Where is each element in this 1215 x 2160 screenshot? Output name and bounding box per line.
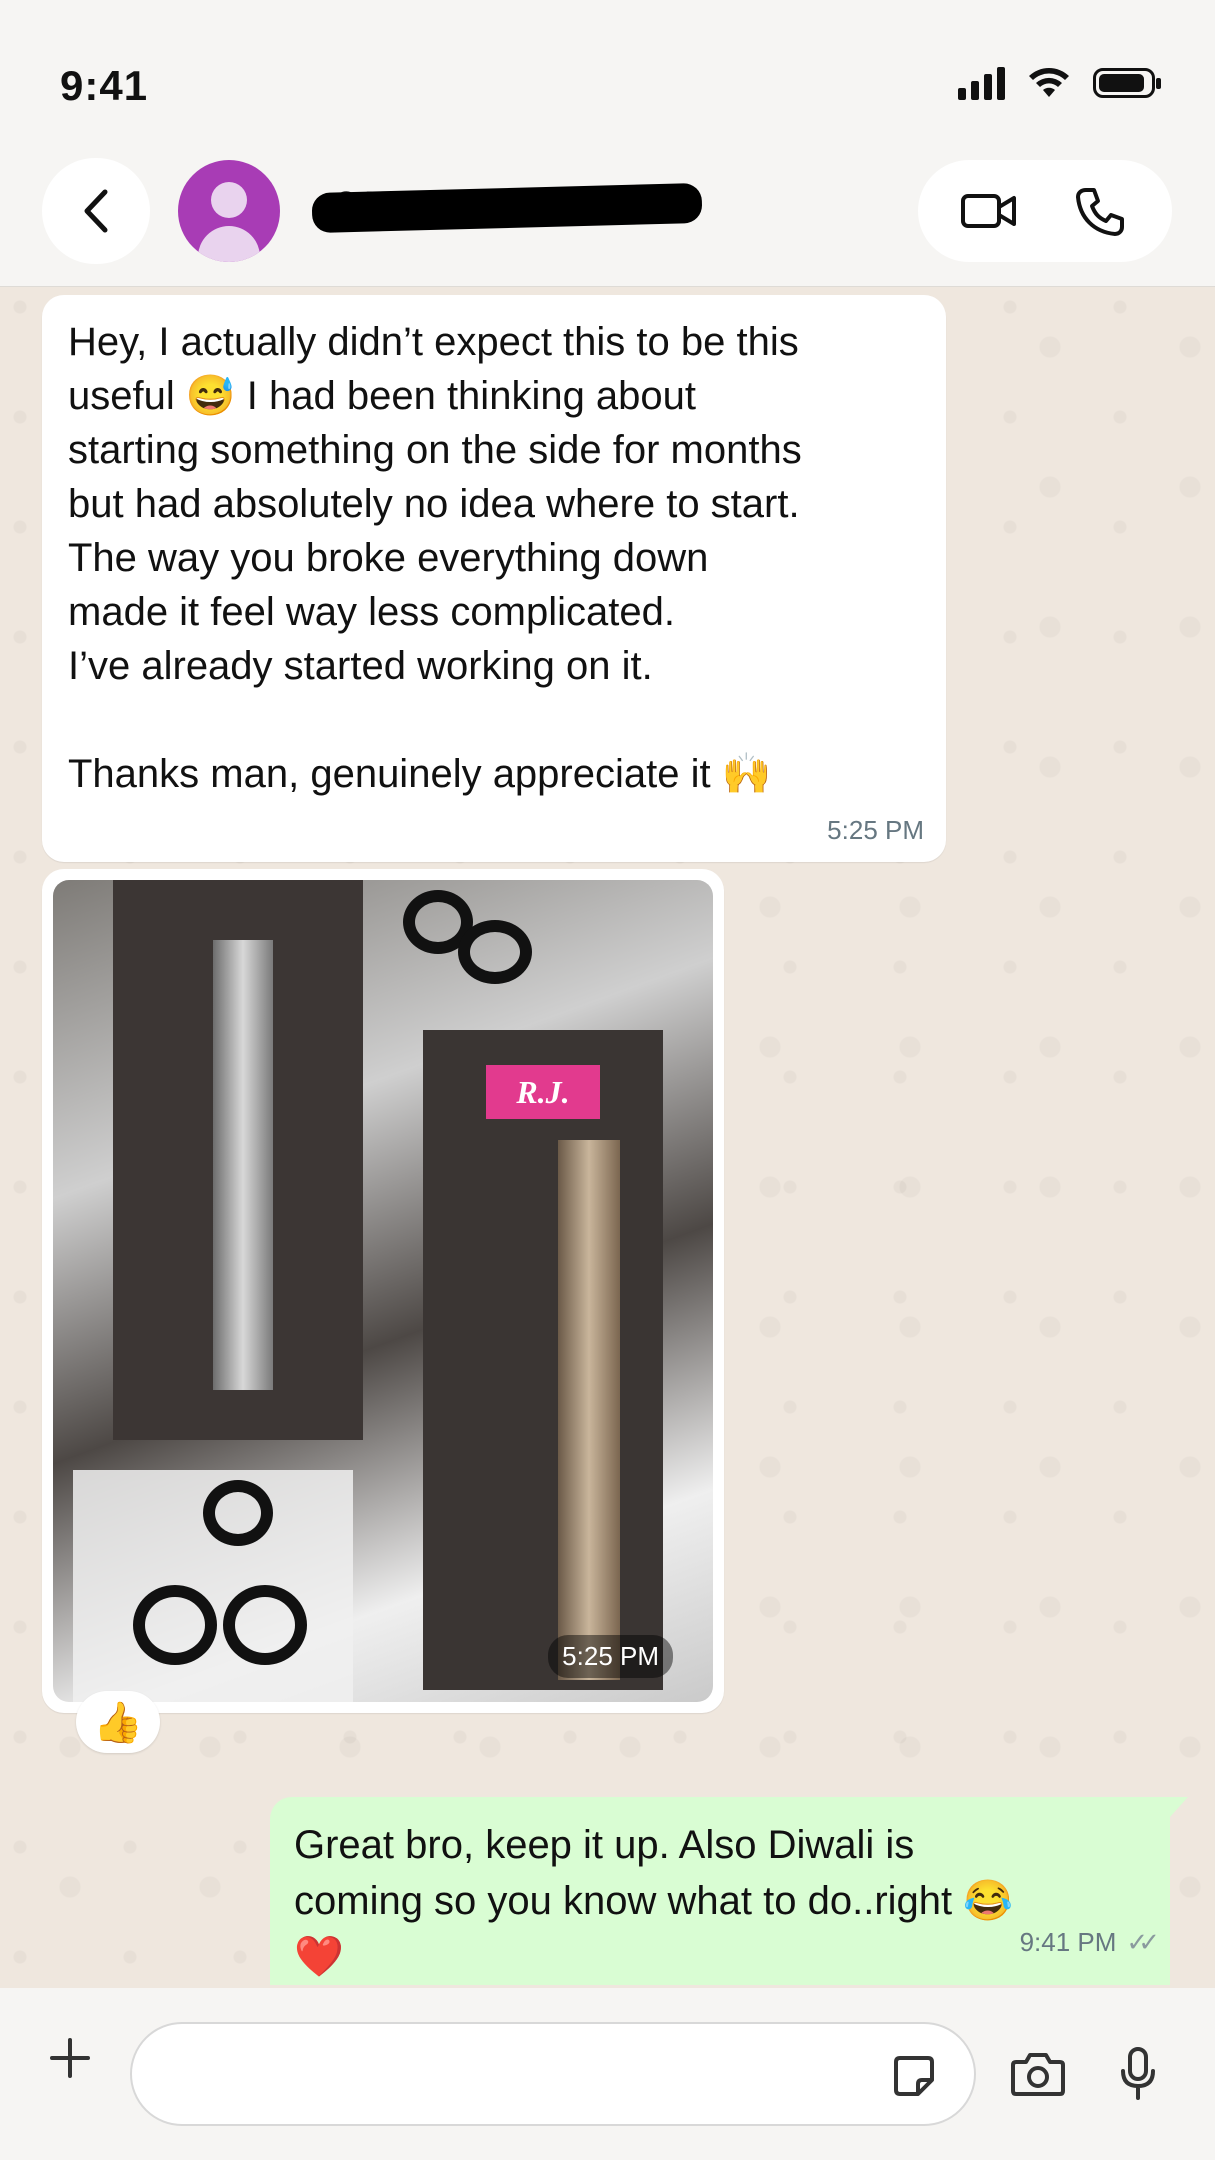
video-camera-icon[interactable] xyxy=(960,188,1018,234)
input-bar xyxy=(0,1988,1215,2160)
chevron-left-icon xyxy=(84,189,108,233)
message-text: Hey, I actually didn’t expect this to be… xyxy=(68,320,802,796)
message-text: Great bro, keep it up. Also Diwali is co… xyxy=(294,1823,1014,1979)
signal-icon xyxy=(958,66,1005,100)
chat-header: 9:41 +91 87445 59677 xyxy=(0,0,1215,287)
call-actions xyxy=(918,160,1172,262)
wifi-icon xyxy=(1029,68,1069,97)
message-input[interactable] xyxy=(130,2022,976,2126)
message-time: 9:41 PM xyxy=(1019,1927,1117,1957)
microphone-icon[interactable] xyxy=(1118,2046,1158,2102)
camera-icon[interactable] xyxy=(1010,2050,1066,2098)
photo-label: R.J. xyxy=(486,1065,600,1119)
back-button[interactable] xyxy=(42,158,150,264)
message-photo[interactable]: R.J. 5:25 PM xyxy=(53,880,713,1702)
avatar[interactable] xyxy=(178,160,280,262)
message-time: 5:25 PM xyxy=(548,1635,673,1678)
incoming-image-message[interactable]: R.J. 5:25 PM xyxy=(42,869,724,1713)
status-time: 9:41 xyxy=(60,62,149,109)
incoming-message[interactable]: Hey, I actually didn’t expect this to be… xyxy=(42,295,946,862)
message-meta: 9:41 PM ✓✓ xyxy=(1019,1927,1160,1958)
phone-icon[interactable] xyxy=(1074,186,1126,238)
reaction-badge[interactable]: 👍 xyxy=(76,1691,160,1753)
chat-area[interactable]: Hey, I actually didn’t expect this to be… xyxy=(0,287,1215,1987)
message-time: 5:25 PM xyxy=(827,815,924,845)
status-icons xyxy=(958,66,1161,100)
outgoing-message[interactable]: Great bro, keep it up. Also Diwali is co… xyxy=(270,1797,1188,1985)
read-receipt-icon: ✓✓ xyxy=(1126,1927,1159,1957)
sticker-icon[interactable] xyxy=(892,2054,936,2098)
battery-icon xyxy=(1093,68,1161,98)
plus-icon[interactable] xyxy=(46,2034,94,2082)
